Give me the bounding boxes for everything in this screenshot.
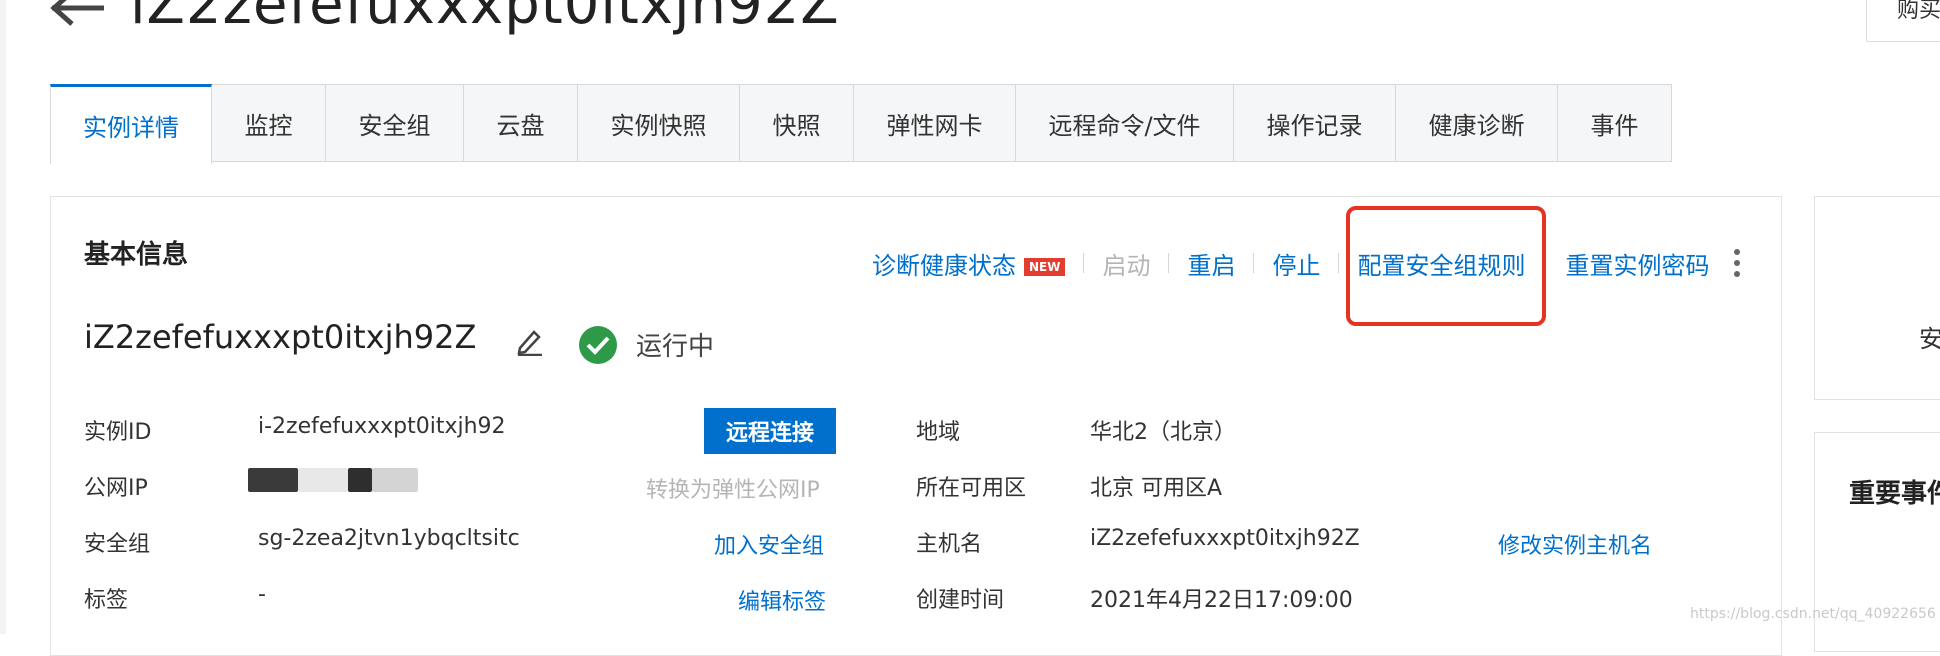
tab-security-group[interactable]: 安全组 bbox=[326, 84, 464, 162]
tab-remote-command[interactable]: 远程命令/文件 bbox=[1016, 84, 1234, 162]
stop-link[interactable]: 停止 bbox=[1272, 246, 1320, 281]
zone-value: 北京 可用区A bbox=[1090, 476, 1223, 501]
tab-instance-details[interactable]: 实例详情 bbox=[50, 84, 212, 164]
divider bbox=[1168, 253, 1170, 273]
section-title: 基本信息 bbox=[84, 240, 189, 270]
tab-operation-log[interactable]: 操作记录 bbox=[1234, 84, 1396, 162]
tab-instance-snapshot[interactable]: 实例快照 bbox=[578, 84, 740, 162]
created-time-value: 2021年4月22日17:09:00 bbox=[1090, 588, 1353, 613]
tab-bar: 实例详情 监控 安全组 云盘 实例快照 快照 弹性网卡 远程命令/文件 操作记录… bbox=[50, 84, 1672, 164]
instance-id-value: i-2zefefuxxxpt0itxjh92 bbox=[258, 414, 506, 439]
watermark-text: https://blog.csdn.net/qq_40922656 bbox=[1690, 606, 1936, 622]
instance-id-label: 实例ID bbox=[84, 420, 152, 445]
remote-connect-button[interactable]: 远程连接 bbox=[704, 408, 836, 454]
configure-sg-rules-link[interactable]: 配置安全组规则 bbox=[1357, 246, 1525, 281]
restart-link[interactable]: 重启 bbox=[1187, 246, 1235, 281]
tab-snapshot[interactable]: 快照 bbox=[740, 84, 854, 162]
edit-tag-link[interactable]: 编辑标签 bbox=[738, 584, 826, 616]
tag-label: 标签 bbox=[84, 588, 129, 613]
modify-hostname-link[interactable]: 修改实例主机名 bbox=[1498, 528, 1652, 560]
reset-password-link[interactable]: 重置实例密码 bbox=[1565, 246, 1709, 281]
new-badge: NEW bbox=[1024, 257, 1066, 276]
tab-events[interactable]: 事件 bbox=[1558, 84, 1672, 162]
instance-name: iZ2zefefuxxxpt0itxjh92Z bbox=[84, 318, 477, 356]
page-title: iZ2zefefuxxxpt0itxjh92Z bbox=[130, 0, 840, 37]
region-label: 地域 bbox=[916, 420, 961, 445]
tab-cloud-disk[interactable]: 云盘 bbox=[464, 84, 578, 162]
tab-monitor[interactable]: 监控 bbox=[212, 84, 326, 162]
status-text: 运行中 bbox=[636, 332, 715, 362]
edit-pencil-icon[interactable] bbox=[516, 326, 544, 356]
masked-public-ip bbox=[248, 468, 418, 492]
security-group-label: 安全组 bbox=[84, 532, 151, 557]
tab-health-diagnosis[interactable]: 健康诊断 bbox=[1396, 84, 1558, 162]
tag-value: - bbox=[258, 582, 266, 607]
side-card: 安 bbox=[1814, 196, 1940, 400]
hostname-value: iZ2zefefuxxxpt0itxjh92Z bbox=[1090, 526, 1360, 551]
buy-button[interactable]: 购买 bbox=[1866, 0, 1940, 42]
action-bar: 诊断健康状态 NEW 启动 重启 停止 配置安全组规则 重置实例密码 bbox=[872, 246, 1709, 280]
created-time-label: 创建时间 bbox=[916, 588, 1005, 613]
tab-eni[interactable]: 弹性网卡 bbox=[854, 84, 1016, 162]
public-ip-label: 公网IP bbox=[84, 476, 148, 501]
running-check-icon bbox=[579, 326, 617, 364]
left-edge bbox=[0, 0, 6, 634]
region-value: 华北2（北京） bbox=[1090, 420, 1236, 445]
security-group-value: sg-2zea2jtvn1ybqcltsitc bbox=[258, 526, 520, 551]
more-vertical-icon[interactable] bbox=[1730, 248, 1744, 278]
diagnose-health-label: 诊断健康状态 bbox=[872, 251, 1016, 280]
divider bbox=[1338, 253, 1340, 273]
divider bbox=[1083, 253, 1085, 273]
diagnose-health-link[interactable]: 诊断健康状态 NEW bbox=[872, 246, 1066, 281]
side-card-peek-text: 安 bbox=[1919, 325, 1940, 353]
divider bbox=[1253, 253, 1255, 273]
important-events-title: 重要事件 bbox=[1849, 479, 1940, 509]
zone-label: 所在可用区 bbox=[916, 476, 1027, 501]
back-arrow-icon[interactable] bbox=[48, 0, 108, 32]
convert-eip-link: 转换为弹性公网IP bbox=[646, 478, 820, 503]
join-security-group-link[interactable]: 加入安全组 bbox=[714, 528, 824, 560]
hostname-label: 主机名 bbox=[916, 532, 983, 557]
start-link: 启动 bbox=[1102, 251, 1151, 280]
